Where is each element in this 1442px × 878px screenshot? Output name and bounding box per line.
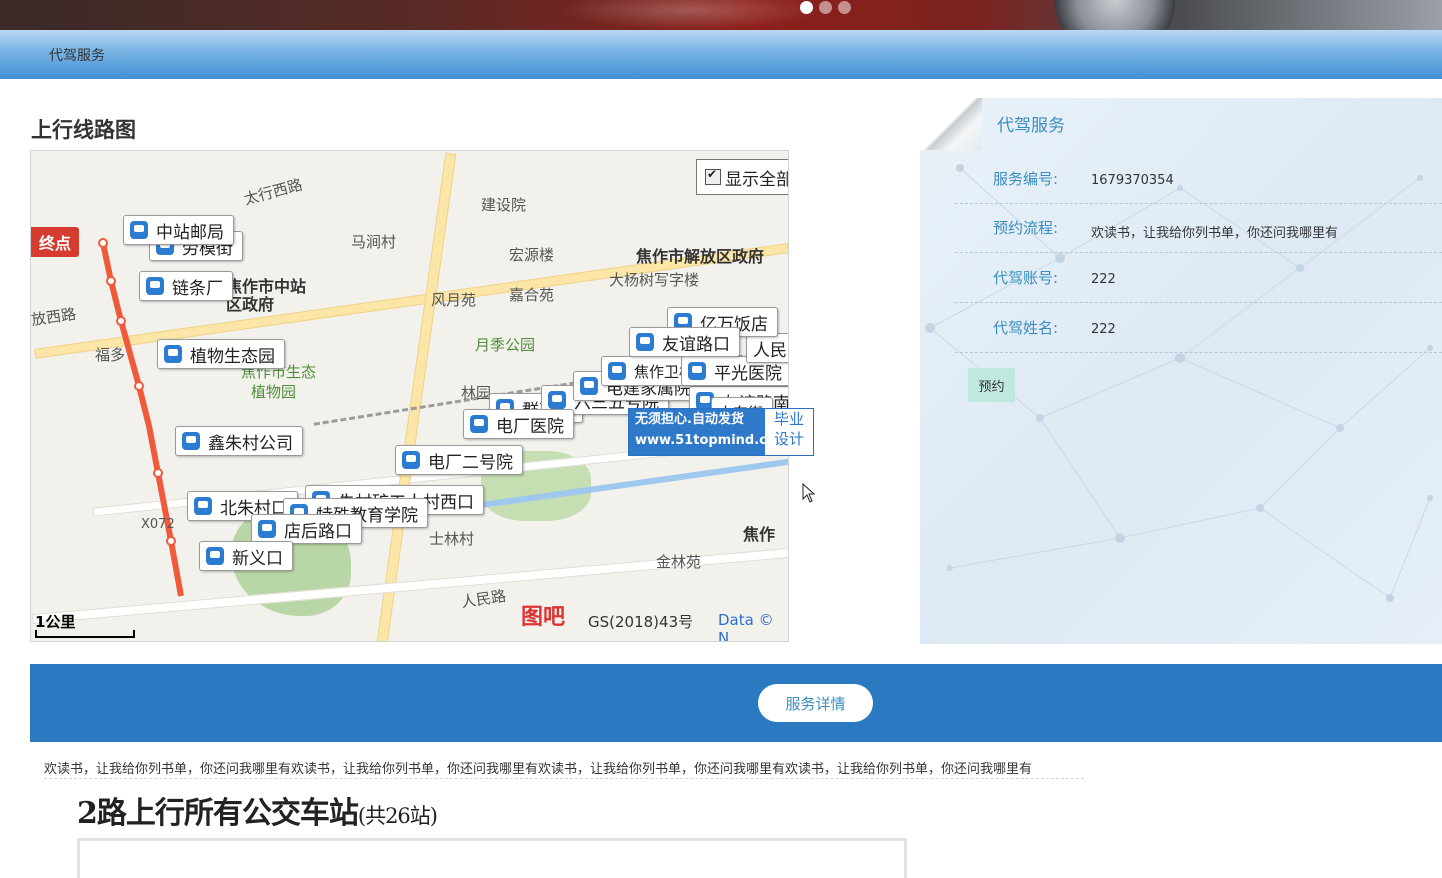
service-card: 代驾服务 服务编号: 1679370354 预约流程: 欢读书，让我给你列书单，… [920,98,1442,644]
hero-banner [0,0,1442,30]
map-bus-stop[interactable]: 人民 [746,333,788,363]
service-description: 欢读书，让我给你列书单，你还问我哪里有欢读书，让我给你列书单，你还问我哪里有欢读… [44,762,1033,777]
field-value: 222 [1091,322,1116,337]
field-value: 222 [1091,272,1116,287]
divider [44,778,1084,779]
map-place-label: 大杨树写字楼 [609,271,700,289]
route-map[interactable]: 太行西路 马涧村 建设院 宏源楼 焦作市解放区政府 大杨树写字楼 焦作市中站区政… [30,150,789,642]
detail-band: 服务详情 [30,664,1442,742]
map-bus-stop[interactable]: 新义口 [199,541,293,571]
bus-stop-icon [130,221,148,239]
book-button[interactable]: 预约 [968,368,1015,402]
checkbox-icon[interactable] [705,167,721,185]
map-bus-stop[interactable]: 鑫朱村公司 [175,426,303,456]
map-title: 上行线路图 [31,117,136,142]
bus-stop-icon [688,362,706,380]
map-place-label: 焦作 [743,525,776,544]
bus-stop-icon [258,520,276,538]
watermark-right2: 设计 [773,430,804,448]
bus-stop-icon [194,497,212,515]
map-place-label: 风月苑 [431,291,477,309]
mouse-cursor-icon [802,483,816,503]
map-place-label: 建设院 [481,196,527,214]
map-place-label: 宏源楼 [509,246,555,264]
field-label: 代驾姓名: [993,319,1059,337]
watermark-line2: www.51topmind.com [635,433,790,448]
map-bus-stop[interactable]: 电厂医院 [463,409,574,439]
booking-process-row: 预约流程: 欢读书，让我给你列书单，你还问我哪里有 [955,204,1442,253]
bus-stop-icon [470,415,488,433]
bus-stops-heading: 2路上行所有公交车站(共26站) [77,796,438,831]
map-place-label: 焦作市中站区政府 [226,277,307,314]
field-value: 欢读书，让我给你列书单，你还问我哪里有 [1091,226,1339,241]
card-title: 代驾服务 [997,116,1065,136]
map-place-label: 焦作市解放区政府 [636,247,765,266]
map-scale: 1公里 [35,611,135,638]
carousel-dot-1[interactable] [800,1,813,14]
service-detail-button[interactable]: 服务详情 [758,684,873,722]
bus-stop-icon [636,333,654,351]
field-label: 预约流程: [993,219,1059,237]
service-number-row: 服务编号: 1679370354 [955,155,1442,204]
driver-name-row: 代驾姓名: 222 [955,304,1442,353]
carousel-dot-3[interactable] [838,1,851,14]
bus-stop-icon [608,362,626,380]
map-copyright: GS(2018)43号 [588,613,694,631]
nav-bar: 代驾服务 [0,30,1442,79]
map-bus-stop[interactable]: 店后路口 [251,514,362,544]
carousel-dots [800,1,851,14]
stop-count: (共26站) [357,804,438,828]
bus-stops-list [77,838,907,878]
map-place-label: 月季公园 [475,336,536,354]
map-place-label: 嘉合苑 [509,286,555,304]
map-bus-stop[interactable]: 中站邮局 [123,215,234,245]
watermark-line1: 无须担心.自动发货 [635,412,744,427]
bus-stop-icon [182,432,200,450]
driver-account-row: 代驾账号: 222 [955,254,1442,303]
map-place-label: 植物园 [251,383,297,401]
nav-item-service[interactable]: 代驾服务 [49,45,105,65]
map-place-label: 金林苑 [656,553,702,571]
map-logo: 图吧 [521,605,566,630]
field-value: 1679370354 [1091,173,1174,188]
hero-highlight [560,0,820,30]
map-place-label: 马涧村 [351,233,397,251]
page-fold-corner [920,98,982,150]
watermark-badge: 无须担心.自动发货 www.51topmind.com 毕业 设计 [628,408,814,456]
bus-stop-icon [146,277,164,295]
map-place-label: 士林村 [429,530,475,548]
field-label: 代驾账号: [993,269,1059,287]
show-all-toggle[interactable]: 显示全部 [696,159,788,195]
map-bus-stop[interactable]: 植物生态园 [157,339,285,369]
bus-stop-icon [206,547,224,565]
field-label: 服务编号: [993,170,1059,188]
bus-stop-icon [402,451,420,469]
map-place-label: 福多 [95,346,126,364]
map-place-label: X072 [141,517,175,532]
watermark-right1: 毕业 [773,410,804,428]
bus-stop-icon [164,345,182,363]
map-bus-stop[interactable]: 电厂二号院 [395,445,523,475]
map-bus-stop[interactable]: 友谊路口 [629,327,740,357]
map-data-credit[interactable]: Data © N [718,611,788,641]
bus-stop-icon [580,377,598,395]
bus-stop-icon [548,391,566,409]
map-place-label: 林园 [461,384,492,402]
map-bus-stop[interactable]: 链条厂 [139,271,233,301]
hero-wheel-image [1040,0,1190,30]
route-end-tag: 终点 [31,227,80,257]
carousel-dot-2[interactable] [819,1,832,14]
